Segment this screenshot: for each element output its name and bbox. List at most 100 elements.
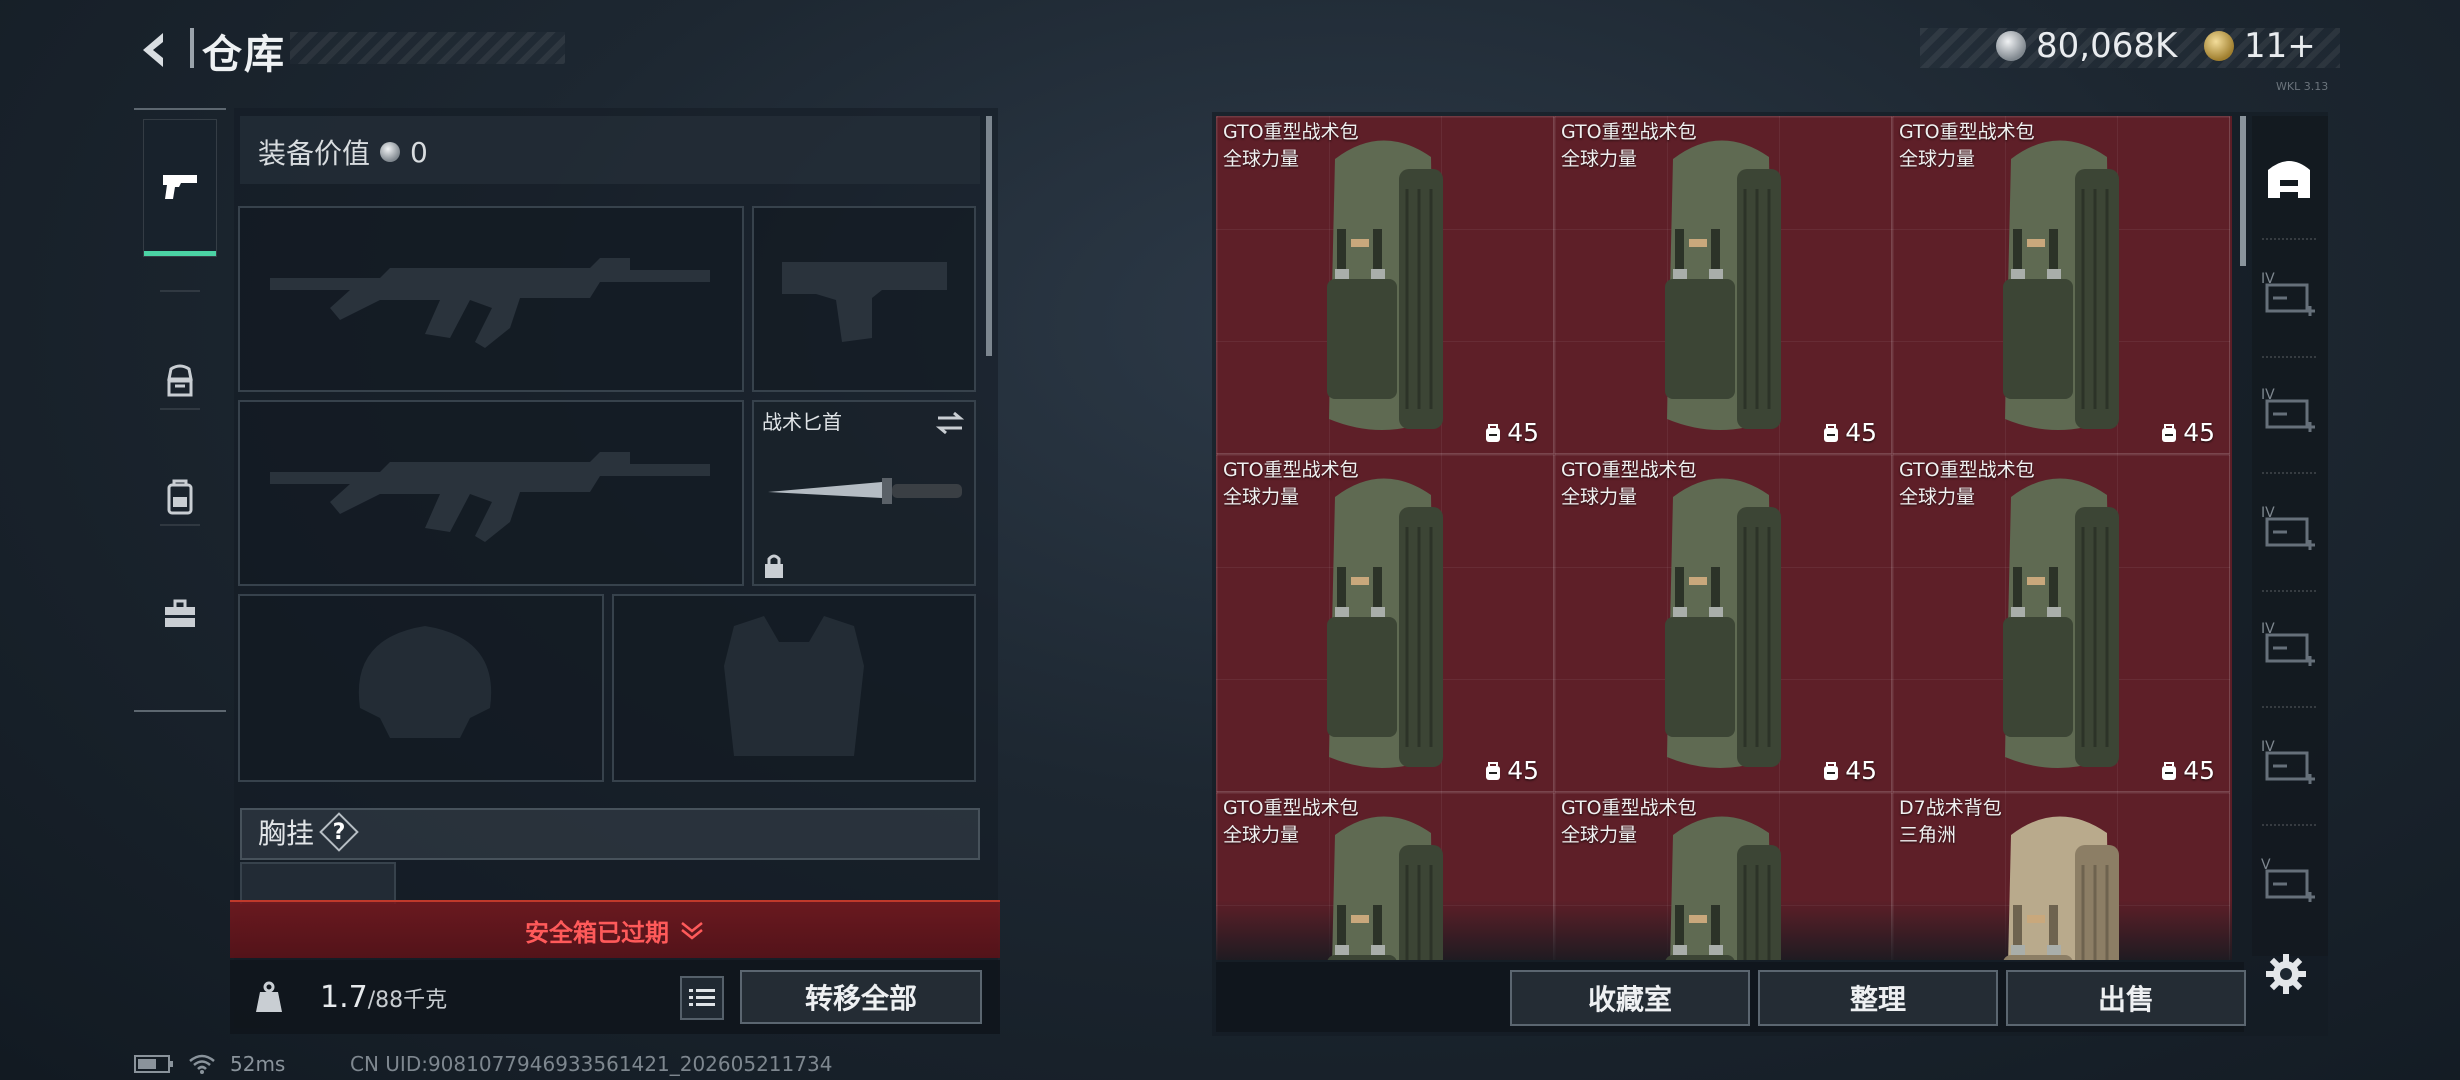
- gold-coin-icon: [2204, 31, 2234, 61]
- secondary-weapon-slot[interactable]: [238, 400, 744, 586]
- melee-slot[interactable]: 战术匕首: [752, 400, 976, 586]
- status-footer: 52ms: [134, 1052, 285, 1076]
- storage-home-icon: [2268, 161, 2310, 198]
- expand-storage-icon: IV: [2261, 739, 2315, 784]
- backpack-image: [1327, 478, 1443, 768]
- swap-icon[interactable]: [934, 410, 966, 436]
- item-brand: 全球力量: [1899, 486, 1976, 508]
- stash-item[interactable]: GTO重型战术包 全球力量 45: [1892, 454, 2230, 792]
- helmet-slot[interactable]: [238, 594, 604, 782]
- loadout-scrollbar[interactable]: [986, 116, 992, 356]
- item-name: GTO重型战术包: [1223, 459, 1359, 481]
- item-name: GTO重型战术包: [1223, 797, 1359, 819]
- item-name: GTO重型战术包: [1561, 797, 1697, 819]
- lock-icon: [765, 554, 783, 578]
- category-weapons[interactable]: [143, 119, 217, 257]
- category-rail: [134, 108, 226, 712]
- storage-divider: [2262, 238, 2316, 240]
- helmet-armor-icon: [167, 364, 193, 397]
- wifi-icon: [189, 1054, 215, 1074]
- capacity-badge: 45: [1483, 418, 1539, 447]
- storage-tab[interactable]: IV: [2256, 262, 2322, 328]
- item-name: GTO重型战术包: [1899, 121, 2035, 143]
- premium-currency[interactable]: 11+: [2204, 26, 2316, 66]
- capacity-badge: 45: [1821, 418, 1877, 447]
- sidearm-slot[interactable]: [752, 206, 976, 392]
- backpack-image: [1327, 816, 1443, 960]
- stash-grid: GTO重型战术包 全球力量 45 GTO重型战术包 全球力量 45 GTO重型战术包 全球力量…: [1216, 116, 2232, 960]
- collection-room-button[interactable]: 收藏室: [1510, 970, 1750, 1026]
- back-arrow-icon: [143, 33, 163, 67]
- capacity-value: 45: [1845, 418, 1877, 447]
- item-brand: 全球力量: [1223, 824, 1300, 846]
- ping-text: 52ms: [230, 1052, 286, 1076]
- stash-item[interactable]: GTO重型战术包 全球力量 45: [1554, 454, 1892, 792]
- weight-icon: [256, 981, 282, 1012]
- primary-weapon-slot[interactable]: [238, 206, 744, 392]
- safebox-expired-text: 安全箱已过期: [525, 918, 669, 947]
- expand-storage-icon: IV: [2261, 621, 2315, 666]
- chest-rig-label: 胸挂: [258, 817, 315, 850]
- storage-tab[interactable]: [2256, 144, 2322, 210]
- backpack-image: [2003, 140, 2119, 430]
- back-button[interactable]: [128, 22, 184, 78]
- settings-gear-icon[interactable]: [2262, 950, 2310, 998]
- stash-item[interactable]: GTO重型战术包 全球力量 45: [1216, 116, 1554, 454]
- help-icon: ?: [332, 819, 346, 845]
- rifle-silhouette-icon: [270, 258, 710, 348]
- item-brand: 三角洲: [1899, 824, 1957, 846]
- sell-button[interactable]: 出售: [2006, 970, 2246, 1026]
- rifle-silhouette-icon: [270, 452, 710, 542]
- capacity-badge: 45: [1483, 756, 1539, 785]
- expand-storage-icon: IV: [2261, 271, 2315, 316]
- coin-icon: [380, 142, 401, 162]
- capacity-value: 45: [1507, 418, 1539, 447]
- backpack-capacity-icon: [1486, 761, 1501, 780]
- list-view-button[interactable]: [680, 976, 724, 1020]
- organize-button[interactable]: 整理: [1758, 970, 1998, 1026]
- capacity-value: 45: [1507, 756, 1539, 785]
- equipment-value-amount: 0: [410, 135, 428, 169]
- storage-tab[interactable]: IV: [2256, 496, 2322, 562]
- stash-scrollbar[interactable]: [2240, 116, 2246, 266]
- helmet-silhouette-icon: [358, 626, 492, 738]
- category-tools[interactable]: [144, 546, 216, 682]
- melee-slot-label: 战术匕首: [762, 410, 842, 434]
- stash-item[interactable]: GTO重型战术包 全球力量 45: [1554, 116, 1892, 454]
- item-brand: 全球力量: [1223, 486, 1300, 508]
- storage-tab[interactable]: V: [2256, 848, 2322, 914]
- item-name: GTO重型战术包: [1561, 459, 1697, 481]
- battery-icon: [134, 1055, 173, 1073]
- capacity-value: 45: [1845, 756, 1877, 785]
- stash-item[interactable]: GTO重型战术包 全球力量 45: [1892, 116, 2230, 454]
- storage-divider: [2262, 472, 2316, 474]
- chest-rig-slot[interactable]: [240, 862, 396, 904]
- backpack-capacity-icon: [2162, 423, 2177, 442]
- help-button[interactable]: ?: [322, 815, 356, 849]
- weight-readout: 1.7/88千克: [320, 980, 447, 1015]
- body-armor-slot[interactable]: [612, 594, 976, 782]
- capacity-badge: 45: [1821, 756, 1877, 785]
- safebox-expired-banner[interactable]: 安全箱已过期: [230, 900, 1000, 958]
- coin-icon: [1996, 31, 2026, 61]
- backpack-capacity-icon: [2162, 761, 2177, 780]
- item-name: GTO重型战术包: [1561, 121, 1697, 143]
- storage-tab[interactable]: IV: [2256, 378, 2322, 444]
- pistol-silhouette-icon: [782, 262, 947, 342]
- pistol-icon: [163, 174, 197, 199]
- backpack-capacity-icon: [1824, 761, 1839, 780]
- title-separator: [190, 28, 194, 68]
- storage-tab[interactable]: IV: [2256, 730, 2322, 796]
- backpack-image: [2003, 478, 2119, 768]
- chest-rig-header: 胸挂 ?: [258, 812, 356, 852]
- currency-balance[interactable]: 80,068K: [1996, 26, 2177, 66]
- transfer-all-button[interactable]: 转移全部: [740, 970, 982, 1024]
- backpack-capacity-icon: [1486, 423, 1501, 442]
- backpack-image: [1665, 478, 1781, 768]
- storage-case-icon: IV: [2261, 505, 2315, 550]
- backpack-image: [2003, 816, 2119, 960]
- storage-tab[interactable]: IV: [2256, 612, 2322, 678]
- vest-silhouette-icon: [724, 616, 864, 756]
- backpack-icon: [167, 479, 193, 515]
- stash-item[interactable]: GTO重型战术包 全球力量 45: [1216, 454, 1554, 792]
